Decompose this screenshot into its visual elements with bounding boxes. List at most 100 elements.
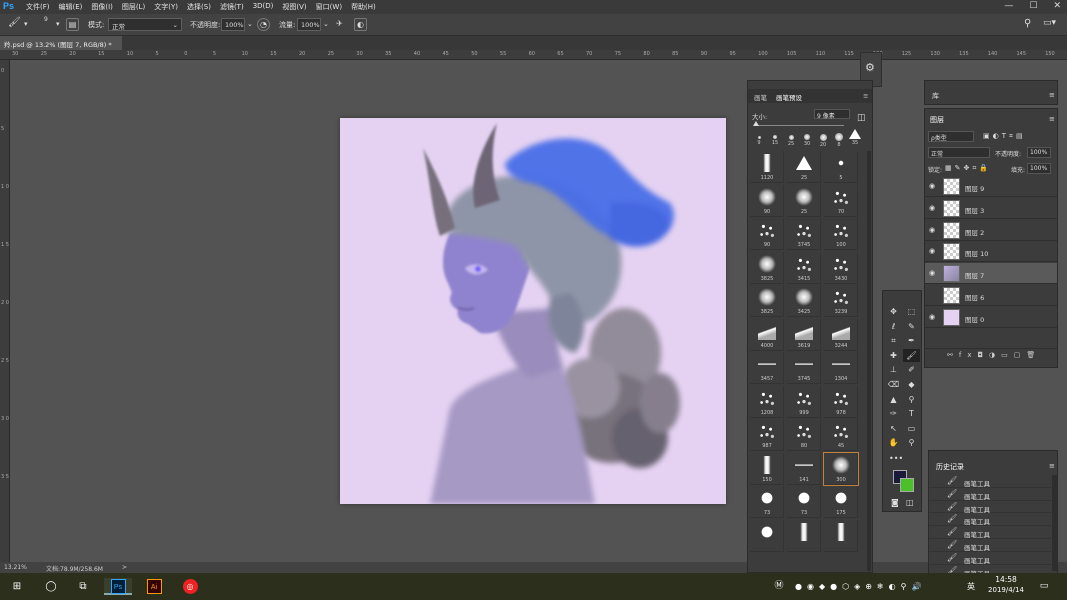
notification-center-icon[interactable]: ▭ [1036,578,1052,595]
layer-opacity-input[interactable]: 100% [1027,147,1051,158]
chevron-down-icon[interactable]: ▾ [24,20,28,28]
history-item[interactable]: 🖌 画笔工具 [929,488,1051,501]
brush-preset[interactable]: 3415 [787,251,821,284]
visibility-eye-icon[interactable]: ◉ [929,204,935,212]
history-item[interactable]: 🖌 画笔工具 [929,475,1051,488]
brush-preset[interactable]: 3825 [750,251,784,284]
crop-tool-icon[interactable]: ⌗ [885,334,902,347]
layer-row[interactable]: ◉ 图层 3 [925,198,1057,219]
system-tray-icons[interactable]: ●◉◆●⬡◈⊕❄◐⚲🔊 [795,578,945,595]
brush-preset[interactable]: 175 [824,486,858,518]
visibility-eye-icon[interactable]: ◉ [929,226,935,234]
brush-preset[interactable]: 25 [787,151,821,183]
history-item[interactable]: 🖌 画笔工具 [929,513,1051,526]
pen-tool-icon[interactable]: ✑ [885,407,902,420]
menu-item-5[interactable]: 选择(S) [187,2,211,12]
brush-preset[interactable]: 70 [824,184,858,217]
taskbar-photoshop[interactable]: Ps [104,578,132,595]
layer-row[interactable]: ◉ 图层 10 [925,241,1057,263]
layer-row[interactable]: ◉ 图层 2 [925,220,1057,241]
brush-preset[interactable]: 141 [787,452,821,485]
history-item[interactable]: 🖌 画笔工具 [929,526,1051,539]
history-item[interactable]: 🖌 画笔工具 [929,552,1051,565]
windows-start-icon[interactable]: ⊞ [8,578,26,595]
menu-item-6[interactable]: 滤镜(T) [220,2,244,12]
quick-mask-icon[interactable]: ◙ [891,498,899,507]
chevron-down-icon[interactable]: ▾ [56,20,60,28]
brush-preset[interactable]: 73 [787,486,821,518]
lock-icons[interactable]: ▦✎✥⌗🔒 [945,164,991,173]
search-icon[interactable]: ⚲ [1024,18,1031,29]
brush-preset[interactable]: 90 [750,184,784,217]
panel-menu-icon[interactable]: ≡ [1049,462,1055,470]
layer-row[interactable]: 图层 6 [925,285,1057,306]
layer-filter-icons[interactable]: ▣◐T⌗▤ [983,132,1026,141]
brush-tip[interactable]: 20 [816,129,830,149]
menu-item-9[interactable]: 窗口(W) [316,2,342,12]
minimize-icon[interactable]: — [1004,1,1013,11]
taskbar-illustrator[interactable]: Ai [140,578,168,595]
menu-item-3[interactable]: 图层(L) [122,2,145,12]
menu-item-4[interactable]: 文字(Y) [154,2,178,12]
quick-select-tool-icon[interactable]: ✎ [903,320,920,333]
brush-preset[interactable]: 3745 [787,352,821,384]
tab-brush[interactable]: 画笔 [754,92,767,102]
brush-settings-icon[interactable]: ⚙ [865,61,875,74]
zoom-readout[interactable]: 13.21% [4,564,27,571]
shape-tool-icon[interactable]: ▭ [903,422,920,435]
task-view-icon[interactable]: ⧉ [74,578,92,595]
brush-preset[interactable] [787,519,821,552]
brush-tip[interactable]: 9 [752,129,766,149]
flow-input[interactable]: 100% [297,18,321,31]
search-icon[interactable]: ◯ [42,578,60,595]
type-tool-icon[interactable]: T [903,407,920,420]
new-preset-icon[interactable]: ◫ [857,113,866,123]
brush-preset[interactable]: 3425 [787,285,821,317]
taskbar-netease-music[interactable]: ◎ [176,578,204,595]
panel-menu-icon[interactable]: ≡ [1049,115,1055,123]
brush-preset[interactable] [824,519,858,552]
menu-item-8[interactable]: 视图(V) [282,2,306,12]
layers-title[interactable]: 图层 [930,115,944,125]
brush-tip[interactable]: 35 [848,129,862,149]
taskbar-clock[interactable]: 14:58 2019/4/14 [988,575,1024,594]
pressure-size-icon[interactable]: ◐ [354,18,367,31]
size-slider-handle[interactable] [753,121,759,126]
size-input[interactable]: 9 像素 [814,109,850,120]
brush-preset[interactable]: 3619 [787,318,821,351]
layer-filter-select[interactable]: ρ类型 [928,131,974,142]
visibility-eye-icon[interactable]: ◉ [929,269,935,277]
document-tab[interactable]: 羚.psd @ 13.2% (图层 7, RGB/8) * × [0,36,122,57]
brush-preset[interactable]: 4000 [750,318,784,351]
brush-preset[interactable]: 1304 [824,352,858,384]
background-color-swatch[interactable] [900,478,914,492]
pressure-opacity-icon[interactable]: ◔ [257,18,270,31]
menu-item-2[interactable]: 图像(I) [91,2,113,12]
brush-preset[interactable]: 25 [787,184,821,217]
marquee-tool-icon[interactable]: ⬚ [903,305,920,318]
chevron-down-icon[interactable]: ⌄ [323,20,329,28]
move-tool-icon[interactable]: ✥ [885,305,902,318]
brush-panel-toggle-icon[interactable]: ▤ [66,18,79,31]
layer-row[interactable]: ◉ 图层 9 [925,176,1057,197]
hand-tool-icon[interactable]: ✋ [885,436,902,449]
menu-item-1[interactable]: 编辑(E) [59,2,83,12]
layer-actions-bar[interactable]: ⚯fx◘◑▭▢🗑 [925,348,1057,362]
ime-m-icon[interactable]: Ⓜ [772,578,786,595]
history-brush-tool-icon[interactable]: ✐ [903,363,920,376]
history-title[interactable]: 历史记录 [936,462,964,472]
brush-preset[interactable]: 3239 [824,285,858,317]
brush-tip[interactable]: 8 [832,129,846,149]
brush-preset[interactable]: 90 [750,218,784,250]
visibility-eye-icon[interactable]: ◉ [929,313,935,321]
brush-preset[interactable]: 300 [823,451,859,486]
history-scrollbar[interactable] [1052,475,1057,571]
brush-preset[interactable]: 1208 [750,385,784,418]
bucket-tool-icon[interactable]: ◆ [903,378,920,391]
eraser-tool-icon[interactable]: ⌫ [885,378,902,391]
lasso-tool-icon[interactable]: ℓ [885,320,902,333]
brush-preset[interactable]: 3457 [750,352,784,384]
brush-preset[interactable]: 3430 [824,251,858,284]
menu-item-7[interactable]: 3D(D) [253,2,274,12]
brush-tip[interactable]: 15 [768,129,782,149]
